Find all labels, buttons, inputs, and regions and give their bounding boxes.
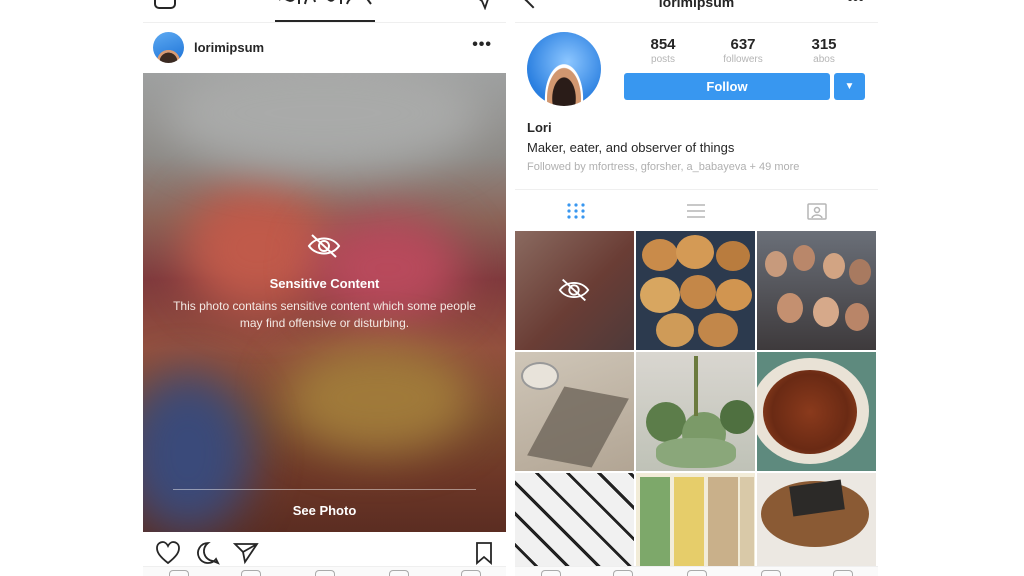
camera-icon[interactable] [153,0,177,12]
more-options-button[interactable]: ••• [472,36,492,54]
heart-icon[interactable] [155,540,181,566]
face [849,259,871,285]
stat-followers[interactable]: 637 followers [713,36,773,65]
shadow-shape [527,386,629,468]
grid-view-icon[interactable] [565,202,587,220]
pastry [680,275,716,309]
stat-posts-label: posts [651,54,675,65]
grid-photo-bags[interactable] [636,473,755,576]
stat-followers-label: followers [723,54,763,65]
stat-following[interactable]: 315 abos [794,36,854,65]
post-actions [143,538,506,568]
avatar[interactable] [153,32,184,63]
add-tab-icon[interactable] [315,570,335,576]
pastry [716,241,750,271]
blur-blob-3 [283,343,473,453]
add-tab-icon[interactable] [687,570,707,576]
pastry [656,313,694,347]
follow-button[interactable]: Follow [624,73,830,100]
profile-top-bar: lorimipsum ••• [515,0,878,23]
activity-tab-icon[interactable] [389,570,409,576]
face [765,251,787,277]
profile-avatar[interactable] [527,32,601,106]
stat-posts-value: 854 [650,36,676,53]
face [813,297,839,327]
lamp [521,362,559,390]
face [823,253,845,279]
sensitive-photo[interactable]: Sensitive Content This photo contains se… [143,73,506,532]
profile-tab-icon[interactable] [461,570,481,576]
hidden-eye-icon [307,234,341,258]
face [777,293,803,323]
profile-screen: lorimipsum ••• 854 posts 637 followers 3… [515,0,878,576]
succulent [656,438,736,468]
noodles [763,370,857,454]
stem [694,356,698,416]
grid-photo-succulents[interactable] [636,352,755,471]
pastry [698,313,738,347]
direct-message-icon[interactable] [474,0,492,10]
pastry [640,277,680,313]
activity-tab-icon[interactable] [761,570,781,576]
post-username[interactable]: lorimipsum [194,40,264,55]
bag [640,477,670,576]
grid-photo-noodles[interactable] [757,352,876,471]
instagram-logo [279,0,372,5]
grid-photo-group[interactable] [757,231,876,350]
face [845,303,869,331]
profile-name: Lori [527,120,552,135]
profile-bottom-tab-bar [515,566,878,576]
sensitive-title: Sensitive Content [269,276,380,291]
profile-title: lorimipsum [658,0,735,10]
bottom-tab-bar [143,566,506,576]
home-tab-icon[interactable] [541,570,561,576]
hidden-eye-icon [558,278,590,302]
home-tab-icon[interactable] [169,570,189,576]
feed-screen: lorimipsum ••• Sensitive Content This ph… [143,0,506,576]
stat-following-label: abos [813,54,835,65]
pastry [676,235,714,269]
stat-posts[interactable]: 854 posts [633,36,693,65]
followed-by-text[interactable]: Followed by mfortress, gforsher, a_babay… [527,161,799,173]
post-header: lorimipsum ••• [143,22,506,73]
grid-photo-pastries[interactable] [636,231,755,350]
share-icon[interactable] [233,540,259,566]
pastry [716,279,752,311]
photo-divider [173,489,476,490]
bookmark-icon[interactable] [471,540,497,566]
profile-more-button[interactable]: ••• [847,0,864,9]
grid-photo-shadow[interactable] [515,352,634,471]
search-tab-icon[interactable] [241,570,261,576]
profile-tab-icon[interactable] [833,570,853,576]
profile-view-tabs [515,189,878,232]
photo-grid [515,231,878,576]
search-tab-icon[interactable] [613,570,633,576]
face [793,245,815,271]
succulent [646,402,686,442]
list-view-icon[interactable] [685,202,707,220]
feed-top-bar [143,0,506,23]
follow-dropdown-button[interactable]: ▼ [834,73,865,100]
bag [674,477,704,576]
bag [740,477,754,576]
stat-followers-value: 637 [730,36,756,53]
grid-photo-tiles[interactable] [515,473,634,576]
stat-following-value: 315 [811,36,837,53]
succulent [720,400,754,434]
grid-photo-sensitive[interactable] [515,231,634,350]
comment-icon[interactable] [195,540,221,566]
sensitive-description: This photo contains sensitive content wh… [173,299,476,330]
grid-photo-wood-table[interactable] [757,473,876,576]
see-photo-button[interactable]: See Photo [143,503,506,518]
pastry [642,239,678,271]
profile-bio: Maker, eater, and observer of things [527,140,735,155]
bag [708,477,738,576]
tagged-photos-icon[interactable] [806,202,828,220]
blur-blob-5 [163,73,483,173]
